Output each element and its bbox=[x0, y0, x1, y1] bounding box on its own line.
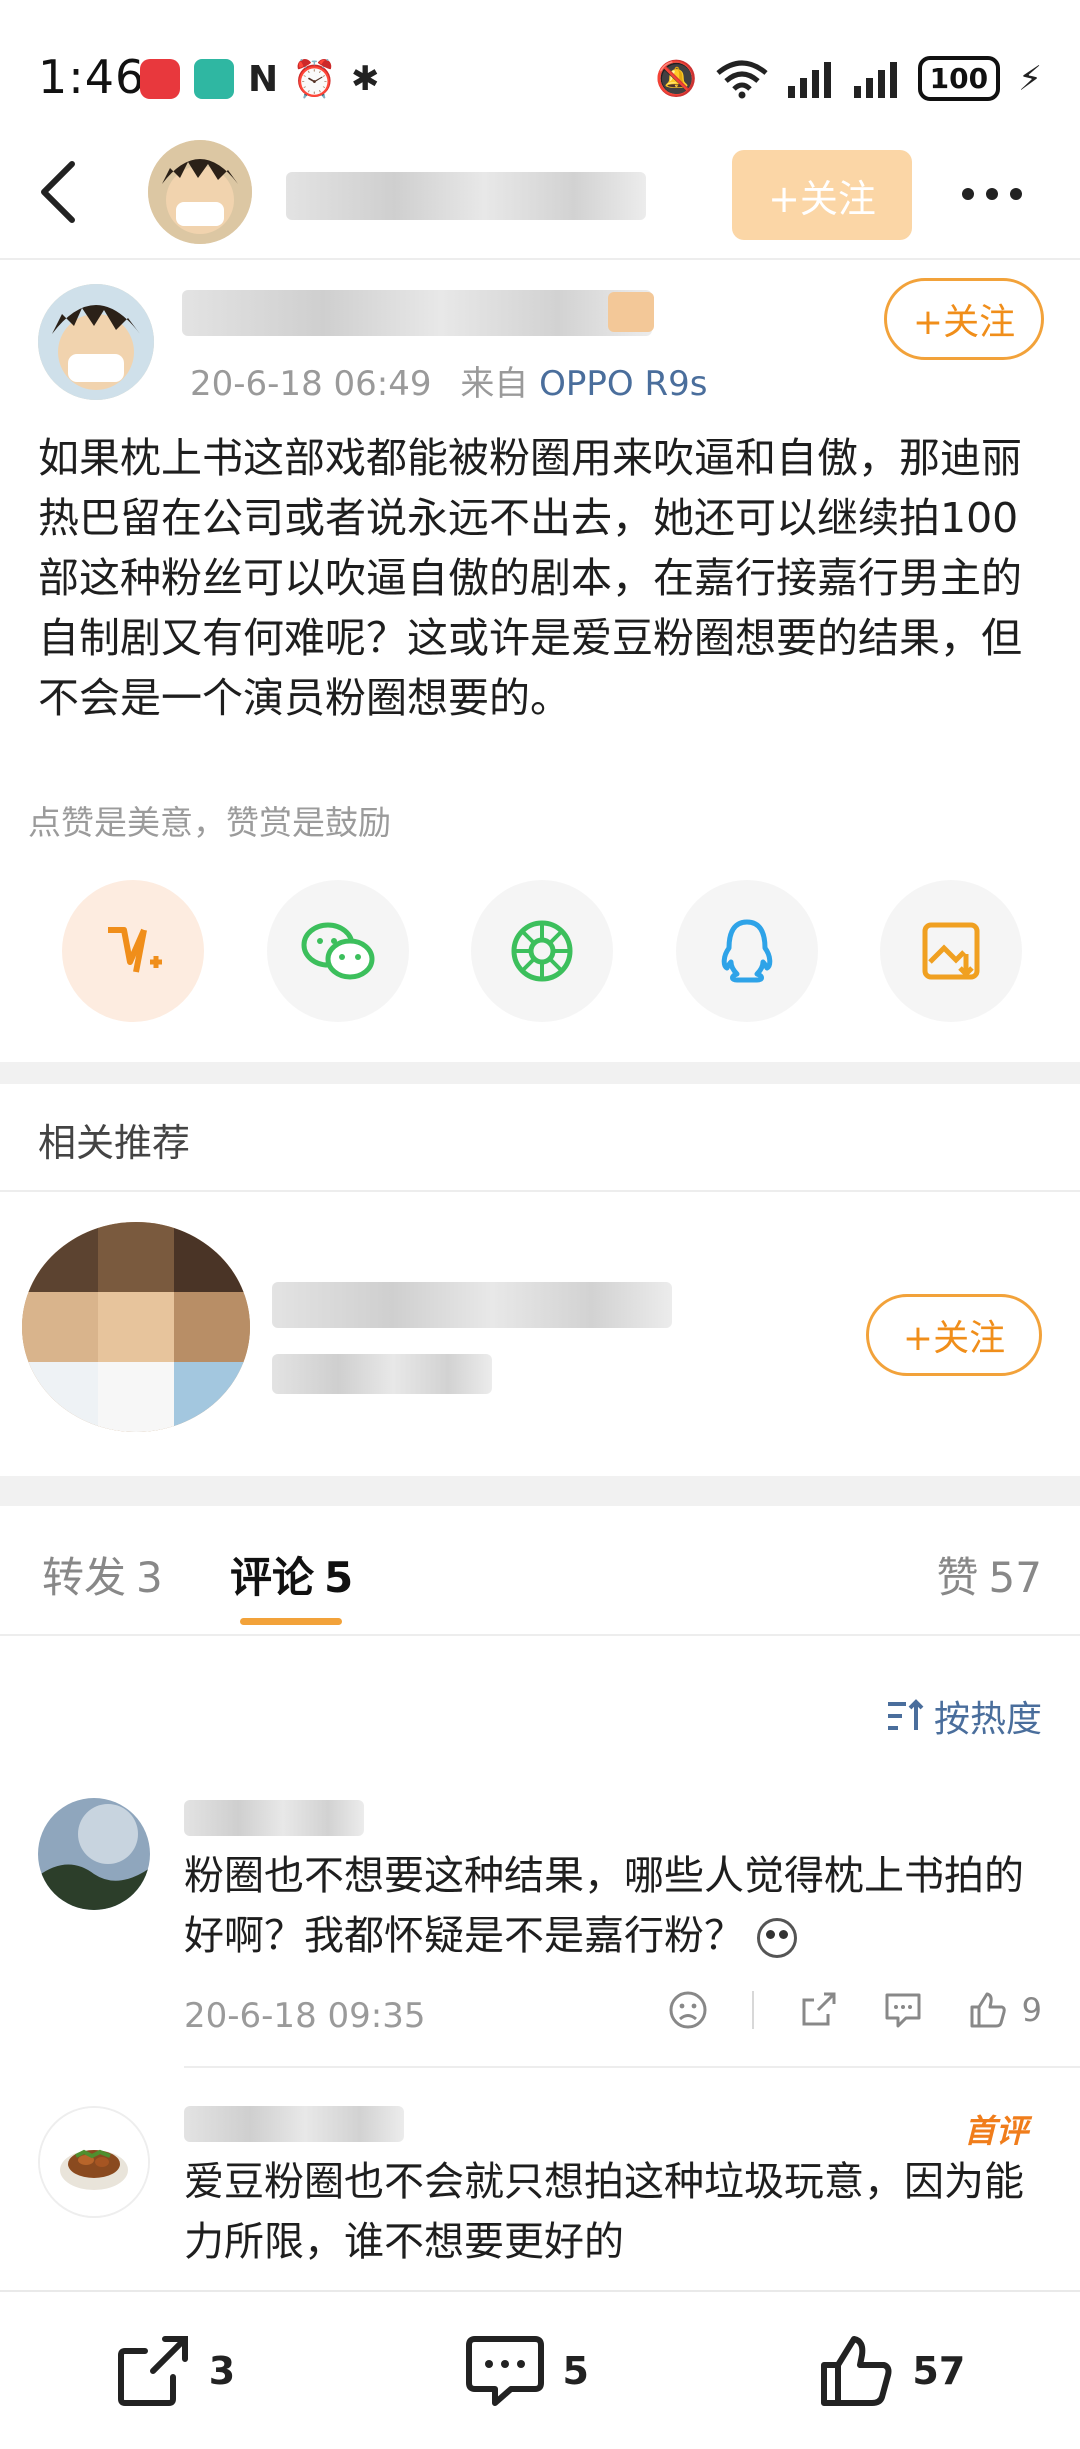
active-tab-indicator bbox=[240, 1618, 342, 1625]
author-name-blurred bbox=[286, 172, 646, 220]
tab-repost[interactable]: 转发 3 bbox=[42, 1544, 163, 1605]
wifi-icon bbox=[716, 60, 768, 98]
repost-icon bbox=[117, 2335, 188, 2406]
author-avatar[interactable] bbox=[148, 140, 252, 244]
header-divider bbox=[0, 258, 1080, 260]
related-avatar-blurred[interactable] bbox=[22, 1222, 250, 1432]
signal-2-icon bbox=[853, 61, 897, 98]
section-gap bbox=[0, 1062, 1080, 1084]
sky-photo bbox=[38, 1798, 150, 1910]
comment-divider bbox=[184, 2066, 1080, 2068]
first-comment-badge: 首评 bbox=[963, 2112, 1028, 2150]
back-button[interactable] bbox=[38, 160, 78, 228]
battery-indicator: 100 bbox=[917, 56, 1001, 101]
comment-like-button[interactable]: 9 bbox=[968, 1990, 1042, 2030]
app-store-icon bbox=[140, 59, 180, 99]
reply-icon[interactable] bbox=[882, 1990, 924, 2030]
comment-avatar[interactable] bbox=[38, 1798, 150, 1910]
share-row bbox=[62, 880, 1022, 1022]
bottom-action-bar: 3 5 57 bbox=[0, 2290, 1080, 2449]
mute-icon: 🔕 bbox=[655, 58, 698, 99]
related-desc-blurred bbox=[272, 1354, 492, 1394]
section-gap bbox=[0, 1476, 1080, 1506]
pixelated-avatar bbox=[22, 1222, 250, 1432]
status-right: 🔕 100 ⚡ bbox=[655, 56, 1042, 101]
panda-emoji-icon bbox=[756, 1918, 797, 1958]
signal-icon bbox=[787, 61, 831, 98]
tab-comment-count: 5 bbox=[324, 1553, 354, 1602]
chevron-left-icon bbox=[41, 161, 75, 223]
tabs-divider bbox=[0, 1634, 1080, 1636]
moments-icon bbox=[511, 920, 573, 982]
avatar-illustration bbox=[38, 284, 154, 400]
comment-text: 爱豆粉圈也不会就只想拍这种垃圾玩意，因为能力所限，谁不想要更好的 bbox=[184, 2159, 1024, 2265]
comment-time: 20-6-18 09:35 bbox=[184, 1996, 426, 2036]
alarm-icon: ⏰ bbox=[292, 59, 337, 100]
avatar-illustration bbox=[148, 140, 252, 244]
bluetooth-icon: ✱ bbox=[350, 59, 380, 99]
post-author-avatar[interactable] bbox=[38, 284, 154, 400]
food-photo bbox=[40, 2108, 148, 2216]
bottom-repost-button[interactable]: 3 bbox=[115, 2333, 235, 2409]
comment-avatar[interactable] bbox=[38, 2106, 150, 2218]
qq-icon bbox=[721, 919, 772, 983]
post-device[interactable]: OPPO R9s bbox=[539, 364, 707, 404]
save-image-button[interactable] bbox=[880, 880, 1022, 1022]
comment-actions: 9 bbox=[668, 1990, 1042, 2030]
nfc-icon: N bbox=[248, 58, 279, 100]
bottom-repost-count: 3 bbox=[208, 2348, 236, 2393]
reward-button[interactable] bbox=[62, 880, 204, 1022]
reward-v-icon bbox=[108, 927, 162, 973]
home-app-icon bbox=[194, 59, 234, 99]
bottom-like-button[interactable]: 57 bbox=[818, 2333, 965, 2409]
more-button[interactable] bbox=[962, 188, 1022, 200]
post-author-badge-blurred bbox=[608, 292, 654, 332]
status-time: 1:46 bbox=[38, 50, 146, 104]
post-time: 20-6-18 06:49 bbox=[190, 364, 432, 404]
header-follow-button[interactable]: +关注 bbox=[732, 150, 912, 240]
related-title: 相关推荐 bbox=[38, 1121, 191, 1165]
reward-tip: 点赞是美意，赞赏是鼓励 bbox=[28, 803, 391, 842]
tab-like[interactable]: 赞 57 bbox=[937, 1544, 1042, 1605]
bottom-like-count: 57 bbox=[912, 2348, 966, 2393]
related-divider bbox=[0, 1190, 1080, 1192]
tab-like-label: 赞 bbox=[936, 1553, 979, 1602]
tab-like-count: 57 bbox=[988, 1553, 1042, 1602]
tab-comment[interactable]: 评论 5 bbox=[230, 1544, 353, 1605]
comment-like-count: 9 bbox=[1021, 1991, 1042, 2029]
status-app-icons: N ⏰ ✱ bbox=[140, 58, 379, 100]
dislike-icon[interactable] bbox=[668, 1990, 708, 2030]
wechat-icon bbox=[301, 922, 374, 980]
post-from-label: 来自 bbox=[460, 364, 529, 404]
thumbs-up-icon bbox=[970, 1992, 1006, 2028]
post-follow-button[interactable]: +关注 bbox=[884, 278, 1044, 360]
thumbs-up-icon bbox=[821, 2335, 892, 2406]
related-name-blurred bbox=[272, 1282, 672, 1328]
related-follow-button[interactable]: +关注 bbox=[866, 1294, 1042, 1376]
repost-icon[interactable] bbox=[798, 1990, 838, 2030]
share-wechat-button[interactable] bbox=[266, 880, 409, 1022]
sort-label: 按热度 bbox=[933, 1699, 1042, 1740]
post-meta: 20-6-18 06:49 来自 OPPO R9s bbox=[190, 356, 707, 405]
sort-button[interactable]: 按热度 bbox=[886, 1690, 1042, 1742]
sort-icon bbox=[887, 1699, 924, 1730]
bottom-comment-count: 5 bbox=[562, 2348, 589, 2393]
save-image-icon bbox=[922, 922, 980, 980]
post-author-name-blurred bbox=[182, 290, 652, 336]
tab-repost-label: 转发 bbox=[42, 1553, 127, 1602]
comment-author-blurred bbox=[184, 2106, 404, 2142]
action-separator bbox=[751, 1991, 754, 2029]
comment-text: 粉圈也不想要这种结果，哪些人觉得枕上书拍的好啊？我都怀疑是不是嘉行粉？ bbox=[184, 1846, 1044, 1966]
comment-text-content: 粉圈也不想要这种结果，哪些人觉得枕上书拍的好啊？我都怀疑是不是嘉行粉？ bbox=[184, 1853, 1024, 1959]
tab-repost-count: 3 bbox=[136, 1553, 163, 1602]
bottom-comment-button[interactable]: 5 bbox=[465, 2333, 589, 2409]
charging-icon: ⚡ bbox=[1018, 58, 1042, 99]
tab-comment-label: 评论 bbox=[230, 1553, 315, 1602]
share-qq-button[interactable] bbox=[675, 880, 818, 1022]
share-moments-button[interactable] bbox=[471, 880, 613, 1022]
comment-icon bbox=[465, 2335, 544, 2406]
comment-author-blurred bbox=[184, 1800, 364, 1836]
post-body: 如果枕上书这部戏都能被粉圈用来吹逼和自傲，那迪丽热巴留在公司或者说永远不出去，她… bbox=[38, 434, 1022, 722]
